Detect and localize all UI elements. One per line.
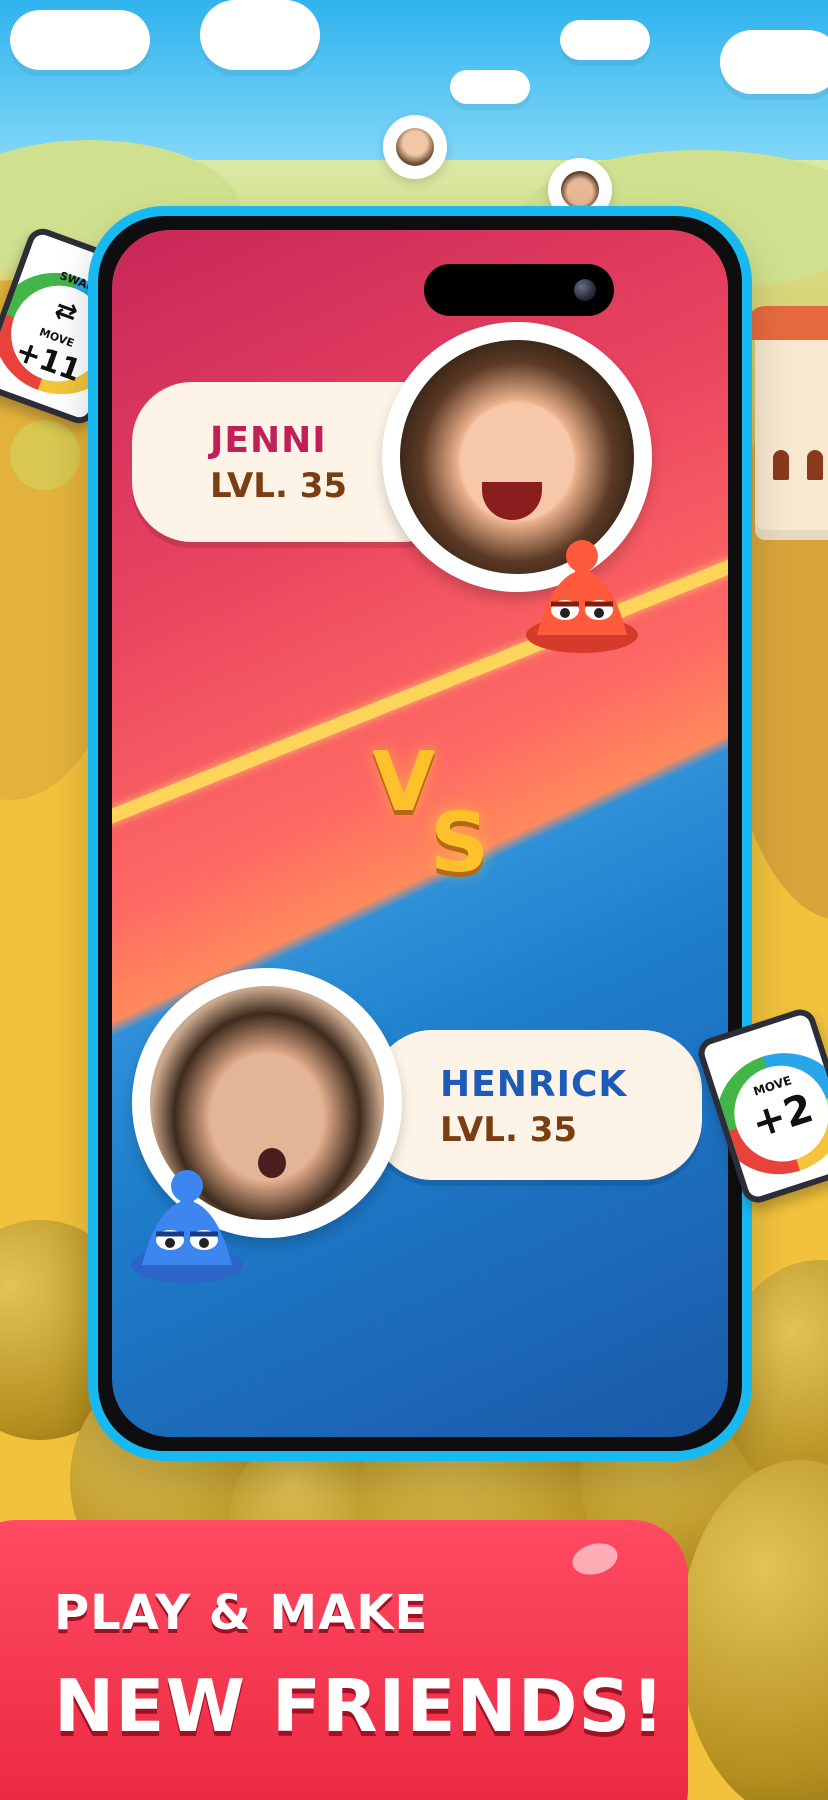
dynamic-island [424, 264, 614, 316]
cloud-icon [200, 0, 320, 70]
player-level: LVL. 35 [440, 1110, 578, 1150]
phone-bezel: JENNI LVL. 35 V S HENRICK LVL. 35 [98, 216, 742, 1451]
promo-scene: SWAP ⇄ MOVE +11 JENNI LVL. 35 V S HENRIC… [0, 0, 828, 1800]
player-name: HENRICK [440, 1064, 628, 1105]
versus-v: V [372, 735, 436, 830]
banner-gloss [568, 1538, 622, 1580]
cloud-icon [720, 30, 828, 94]
player-level: LVL. 35 [210, 466, 348, 506]
cloud-icon [10, 10, 150, 70]
red-pawn-mascot-icon [526, 540, 638, 653]
camera-icon [574, 279, 596, 301]
blue-pawn-mascot-icon [131, 1170, 243, 1283]
map-player-avatar [383, 115, 447, 179]
house-building [747, 306, 828, 540]
player-name: JENNI [210, 420, 327, 461]
match-screen: JENNI LVL. 35 V S HENRICK LVL. 35 [112, 230, 728, 1437]
versus-s: S [430, 796, 490, 891]
phone-frame: JENNI LVL. 35 V S HENRICK LVL. 35 [88, 206, 752, 1461]
headline-banner [0, 1520, 688, 1800]
cloud-icon [560, 20, 650, 60]
player-card-henrick: HENRICK LVL. 35 [372, 1030, 702, 1180]
headline-line-2: NEW FRIENDS! [54, 1664, 666, 1748]
cloud-icon [450, 70, 530, 104]
headline-line-1: PLAY & MAKE [54, 1585, 429, 1641]
